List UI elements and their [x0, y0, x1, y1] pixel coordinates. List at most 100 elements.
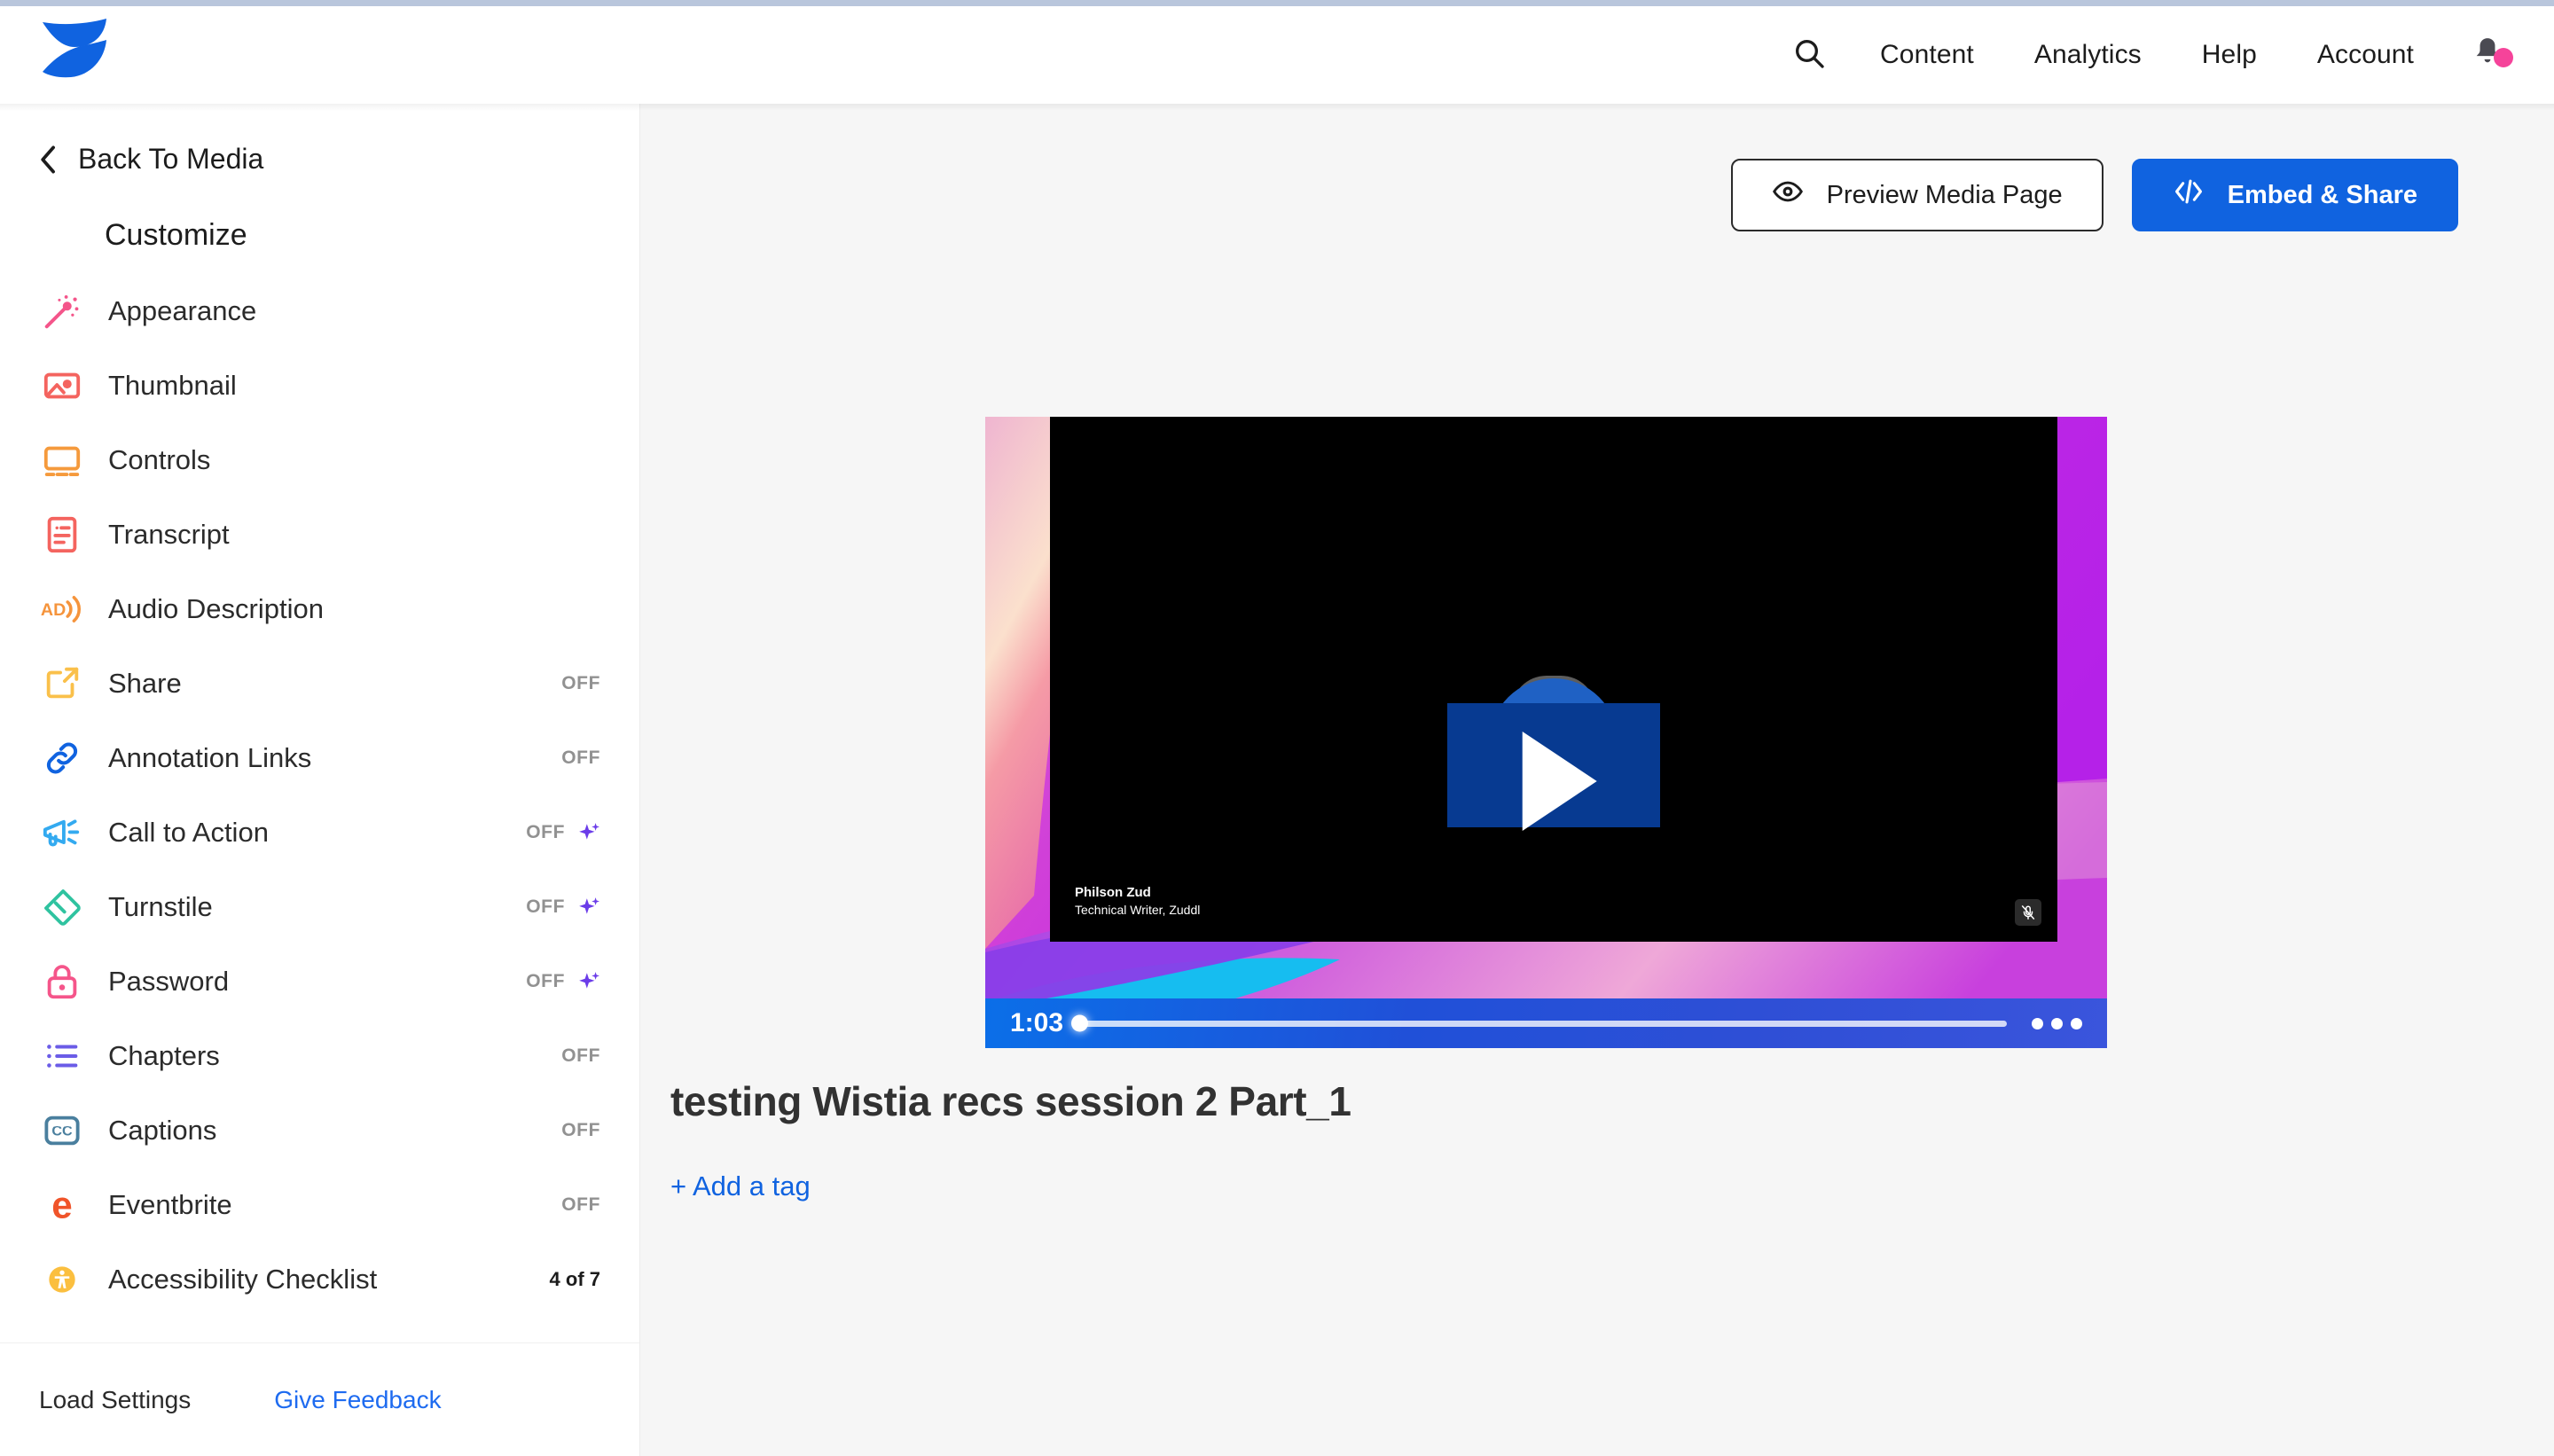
sidebar-item-meta: 4 of 7 [550, 1268, 600, 1291]
status-badge: OFF [561, 673, 600, 694]
turnstile-icon [39, 884, 85, 930]
global-nav-right: Content Analytics Help Account [1765, 6, 2554, 104]
eye-icon [1772, 176, 1804, 215]
accessibility-icon [39, 1256, 85, 1303]
sidebar-item-chapters[interactable]: Chapters OFF [0, 1019, 639, 1093]
list-icon [39, 1033, 85, 1079]
sidebar-item-label: Eventbrite [108, 1189, 232, 1221]
sidebar-item-meta: OFF [526, 821, 600, 844]
search-button[interactable] [1765, 35, 1850, 75]
status-badge: OFF [526, 971, 565, 992]
speaker-name: Philson Zud [1075, 884, 1200, 902]
scrubber-handle[interactable] [1071, 1015, 1088, 1032]
code-brackets-icon [2173, 176, 2205, 214]
customize-heading: Customize [105, 218, 639, 253]
status-badge: OFF [561, 1194, 600, 1216]
nav-item-help[interactable]: Help [2172, 40, 2287, 70]
checklist-count: 4 of 7 [550, 1268, 600, 1291]
share-icon [39, 661, 85, 707]
sidebar-item-meta: OFF [526, 896, 600, 919]
play-icon[interactable] [1523, 732, 1597, 831]
video-player[interactable]: PZ Philson Zud Technical Writer, Zuddl [985, 417, 2107, 1048]
sidebar-item-thumbnail[interactable]: Thumbnail [0, 348, 639, 423]
sparkle-icon [577, 821, 600, 844]
svg-text:CC: CC [51, 1123, 73, 1139]
sparkle-icon [577, 970, 600, 993]
link-icon [39, 735, 85, 781]
time-display: 1:03 [1010, 1008, 1063, 1038]
back-to-media-link[interactable]: Back To Media [39, 143, 639, 176]
nav-item-analytics[interactable]: Analytics [2004, 40, 2172, 70]
closed-captions-icon: CC [39, 1108, 85, 1154]
sidebar-item-label: Annotation Links [108, 742, 311, 774]
embed-and-share-button[interactable]: Embed & Share [2132, 159, 2458, 231]
sidebar-item-appearance[interactable]: Appearance [0, 274, 639, 348]
wistia-logo[interactable] [37, 17, 112, 82]
sidebar-item-label: Password [108, 966, 229, 998]
customize-sidebar: Back To Media Customize Appear [0, 104, 640, 1456]
sidebar-item-password[interactable]: Password OFF [0, 944, 639, 1019]
more-options-icon[interactable] [2032, 1018, 2082, 1029]
sidebar-item-label: Thumbnail [108, 370, 237, 402]
page-title: testing Wistia recs session 2 Part_1 [670, 1077, 1351, 1125]
preview-media-page-label: Preview Media Page [1827, 181, 2063, 210]
sidebar-item-label: Accessibility Checklist [108, 1264, 377, 1296]
magic-wand-icon [39, 288, 85, 334]
sidebar-item-meta: OFF [561, 1194, 600, 1216]
sidebar-item-turnstile[interactable]: Turnstile OFF [0, 870, 639, 944]
sidebar-item-meta: OFF [526, 970, 600, 993]
megaphone-icon [39, 810, 85, 856]
browser-top-strip [0, 0, 2554, 6]
sidebar-item-share[interactable]: Share OFF [0, 646, 639, 721]
progress-scrubber[interactable] [1077, 1021, 2007, 1027]
lock-icon [39, 959, 85, 1005]
sidebar-item-eventbrite[interactable]: e Eventbrite OFF [0, 1168, 639, 1242]
mic-muted-icon [2015, 899, 2041, 926]
svg-text:e: e [51, 1185, 72, 1225]
status-badge: OFF [561, 1120, 600, 1141]
sidebar-item-label: Chapters [108, 1040, 220, 1072]
search-icon [1791, 35, 1827, 75]
sidebar-item-label: Audio Description [108, 593, 324, 625]
add-tag-link[interactable]: + Add a tag [670, 1170, 811, 1202]
sidebar-item-label: Appearance [108, 295, 256, 327]
sidebar-item-label: Turnstile [108, 891, 213, 923]
sidebar-item-controls[interactable]: Controls [0, 423, 639, 497]
sidebar-item-label: Call to Action [108, 817, 269, 849]
notifications-button[interactable] [2444, 35, 2554, 75]
image-icon [39, 363, 85, 409]
eventbrite-icon: e [39, 1182, 85, 1228]
load-settings-link[interactable]: Load Settings [39, 1386, 191, 1414]
sidebar-item-meta: OFF [561, 1120, 600, 1141]
customize-item-list: Appearance Thumbnail [0, 274, 639, 1317]
svg-text:AD: AD [41, 600, 66, 620]
media-action-buttons: Preview Media Page Embed & Share [1731, 159, 2458, 231]
sidebar-item-label: Transcript [108, 519, 230, 551]
sidebar-item-meta: OFF [561, 1045, 600, 1067]
monitor-icon [39, 437, 85, 483]
chevron-left-icon [39, 145, 59, 175]
preview-media-page-button[interactable]: Preview Media Page [1731, 159, 2104, 231]
sidebar-item-call-to-action[interactable]: Call to Action OFF [0, 795, 639, 870]
nav-item-account[interactable]: Account [2287, 40, 2444, 70]
sidebar-item-audio-description[interactable]: AD Audio Description [0, 572, 639, 646]
sidebar-item-meta: OFF [561, 748, 600, 769]
player-controls: 1:03 [985, 998, 2107, 1048]
sidebar-footer: Load Settings Give Feedback [0, 1342, 639, 1456]
sparkle-icon [577, 896, 600, 919]
sidebar-item-annotation-links[interactable]: Annotation Links OFF [0, 721, 639, 795]
nav-item-content[interactable]: Content [1850, 40, 2004, 70]
status-badge: OFF [526, 822, 565, 843]
sidebar-item-transcript[interactable]: Transcript [0, 497, 639, 572]
sidebar-item-label: Captions [108, 1115, 216, 1147]
transcript-icon [39, 512, 85, 558]
back-to-media-label: Back To Media [78, 143, 263, 176]
give-feedback-link[interactable]: Give Feedback [274, 1386, 441, 1414]
sidebar-item-accessibility-checklist[interactable]: Accessibility Checklist 4 of 7 [0, 1242, 639, 1317]
main-content: Preview Media Page Embed & Share [640, 111, 2554, 1456]
speaker-role: Technical Writer, Zuddl [1075, 902, 1200, 919]
sidebar-item-label: Controls [108, 444, 210, 476]
sidebar-item-captions[interactable]: CC Captions OFF [0, 1093, 639, 1168]
status-badge: OFF [561, 1045, 600, 1067]
notification-dot [2494, 48, 2513, 67]
